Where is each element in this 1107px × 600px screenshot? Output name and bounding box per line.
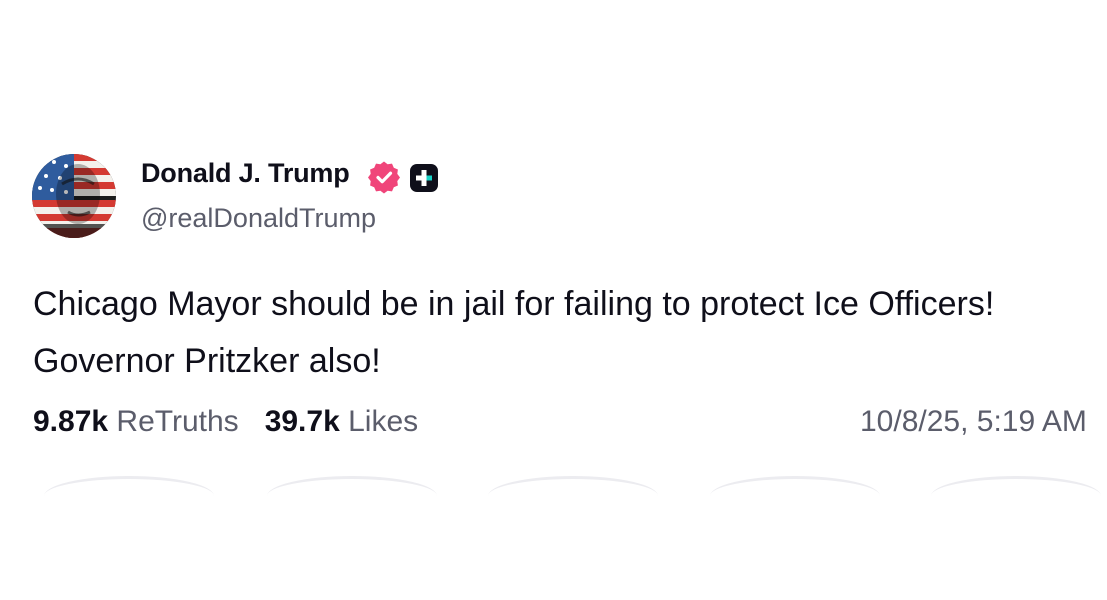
more-action-button[interactable]	[931, 476, 1101, 507]
plus-badge-icon	[410, 164, 438, 192]
like-action-button[interactable]	[488, 476, 658, 507]
avatar-flag-portrait-icon	[32, 154, 116, 238]
user-handle[interactable]: @realDonaldTrump	[141, 203, 376, 234]
avatar[interactable]	[32, 154, 116, 238]
post-timestamp[interactable]: 10/8/25, 5:19 AM	[860, 405, 1087, 439]
retruth-action-button[interactable]	[267, 476, 437, 507]
retruths-count[interactable]: 9.87k	[33, 405, 108, 438]
reply-action-button[interactable]	[44, 476, 214, 507]
verified-badge-icon	[368, 161, 400, 194]
truth-post: Donald J. Trump @realDonaldTrump Chicago…	[0, 0, 1107, 600]
author-name[interactable]: Donald J. Trump	[141, 158, 350, 189]
retruths-label[interactable]: ReTruths	[116, 405, 238, 438]
share-action-button[interactable]	[710, 476, 880, 507]
likes-label[interactable]: Likes	[348, 405, 418, 438]
post-stats: 9.87k ReTruths 39.7k Likes	[33, 405, 418, 439]
post-text: Chicago Mayor should be in jail for fail…	[33, 285, 995, 380]
likes-count[interactable]: 39.7k	[265, 405, 340, 438]
